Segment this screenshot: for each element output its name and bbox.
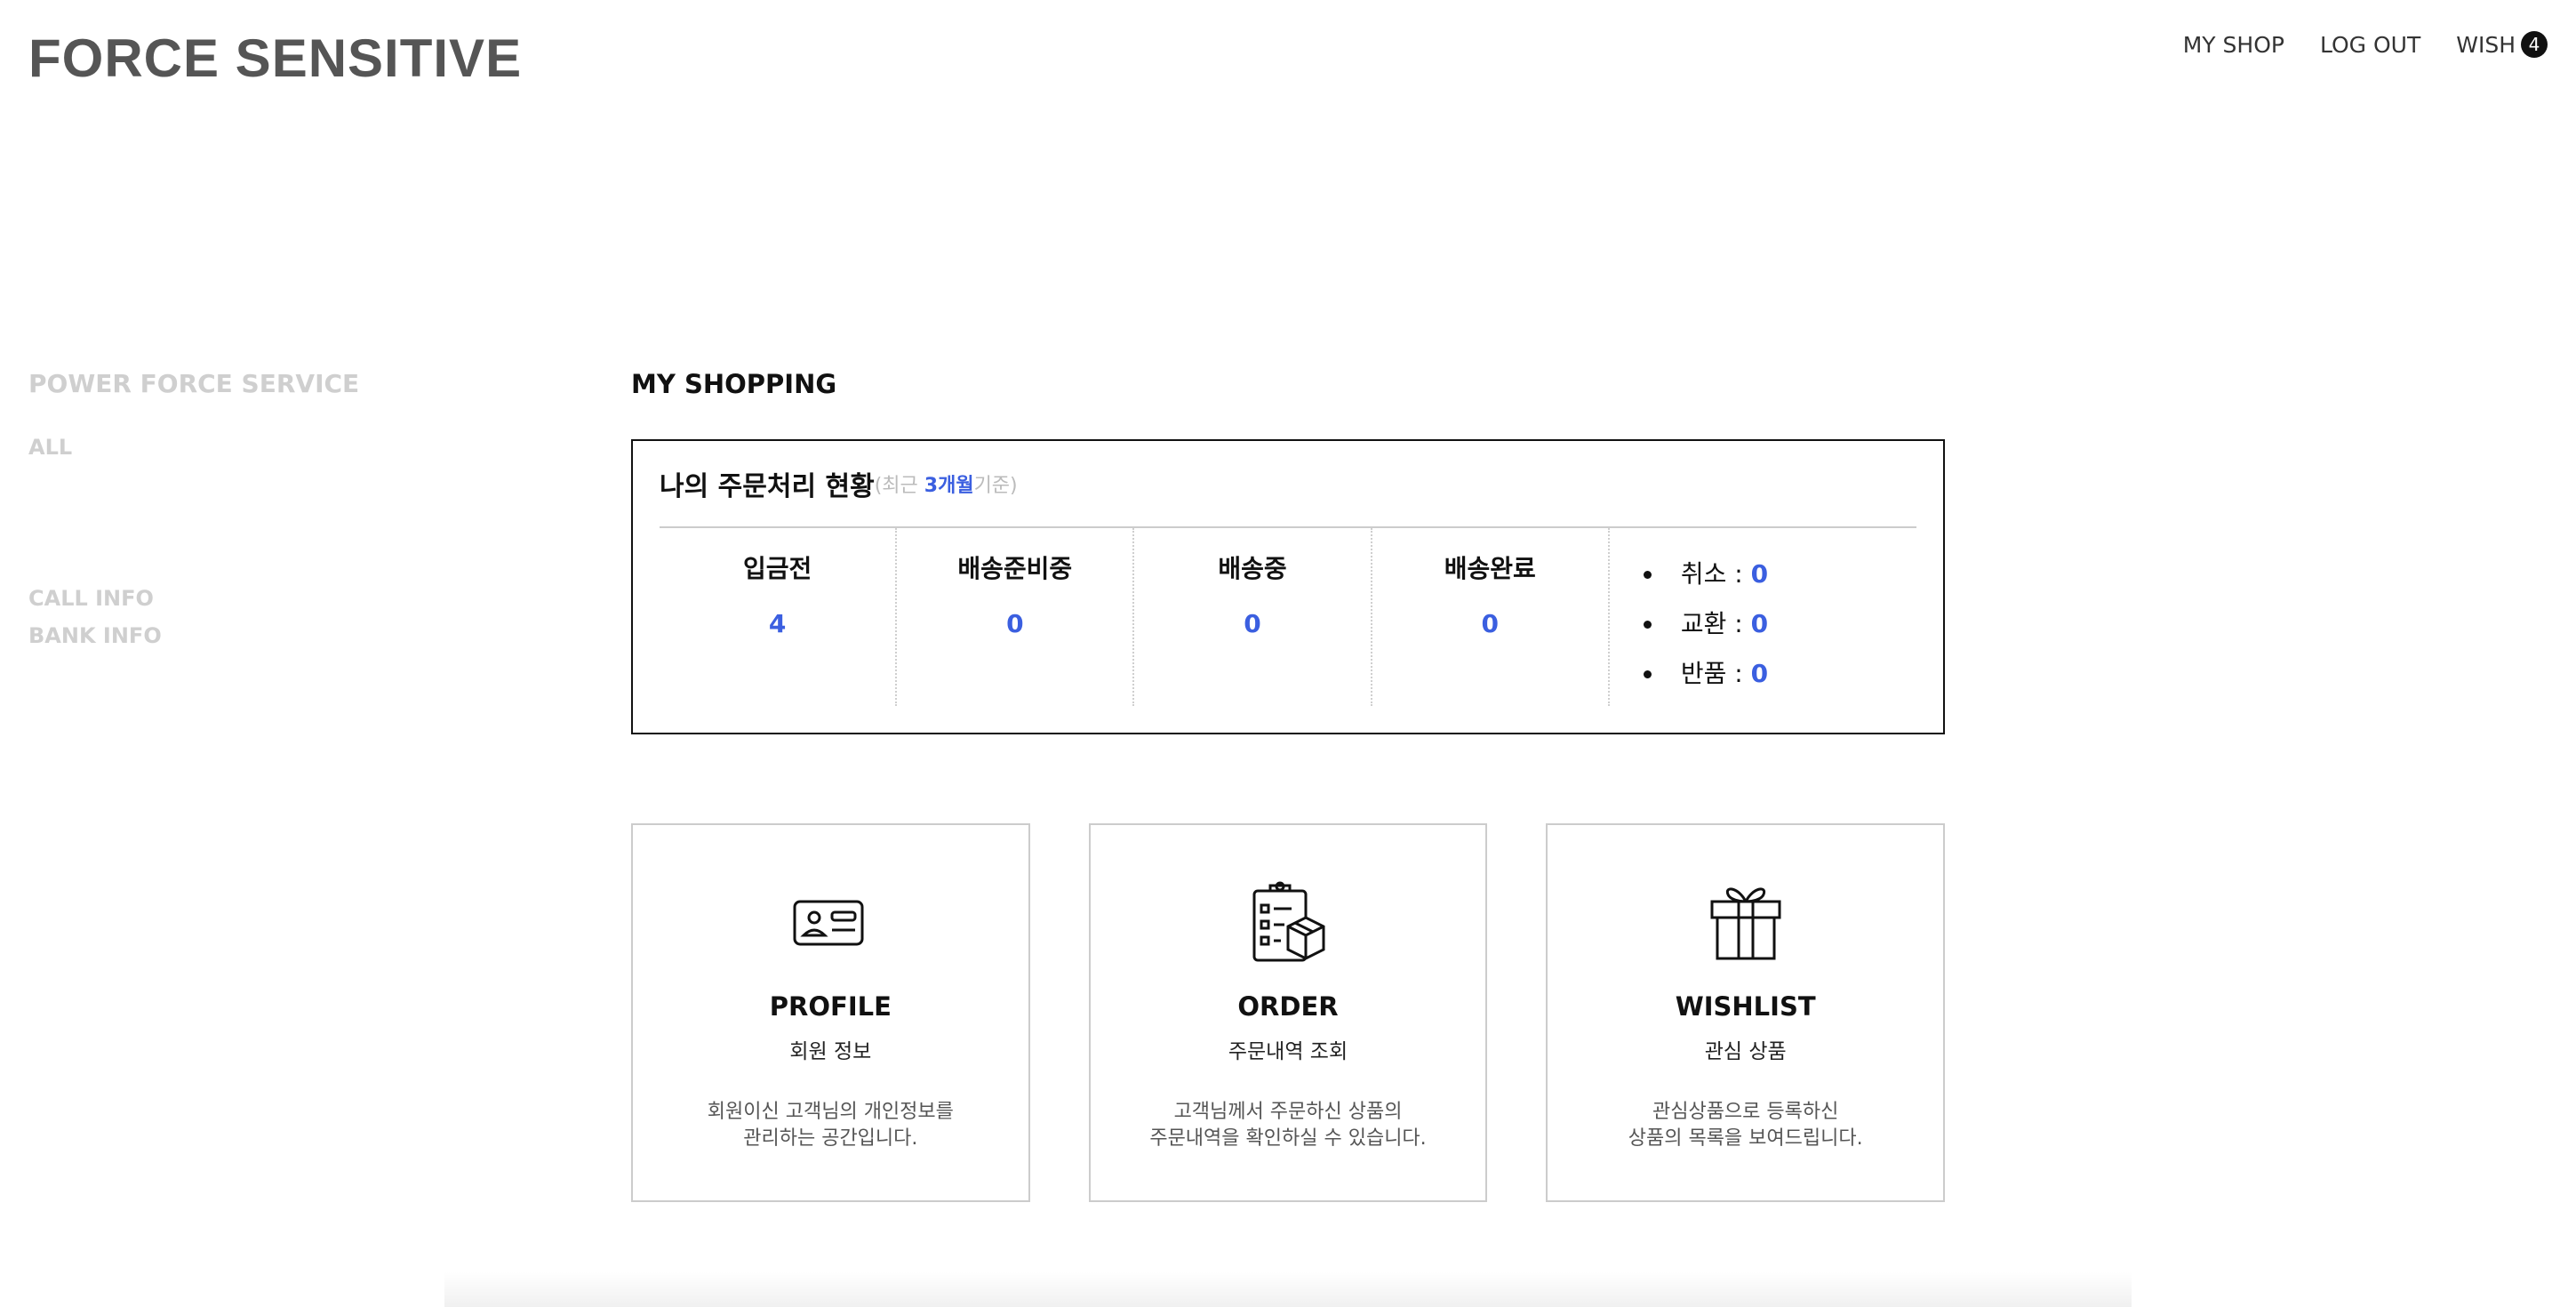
wish-link[interactable]: WISH 4	[2456, 31, 2548, 58]
status-pending-payment[interactable]: 입금전 4	[660, 528, 898, 706]
period-suffix: 기준)	[973, 475, 1018, 497]
card-desc-line: 상품의 목록을 보여드립니다.	[1628, 1127, 1863, 1150]
card-desc-line: 관리하는 공간입니다.	[743, 1127, 918, 1150]
sidebar-title: POWER FORCE SERVICE	[28, 369, 360, 398]
sidebar-item-bank-info[interactable]: BANK INFO	[28, 617, 526, 654]
shortcut-cards: PROFILE 회원 정보 회원이신 고객님의 개인정보를 관리하는 공간입니다…	[631, 823, 1946, 1202]
wish-count-badge: 4	[2521, 31, 2548, 58]
log-out-link[interactable]: LOG OUT	[2320, 32, 2420, 58]
page-title: MY SHOPPING	[631, 369, 837, 399]
period-highlight: 3개월	[924, 475, 974, 497]
extra-sep: :	[1726, 659, 1751, 688]
sidebar: POWER FORCE SERVICE ALL CALL INFO BANK I…	[28, 366, 526, 654]
status-delivered[interactable]: 배송완료 0	[1372, 528, 1610, 706]
card-subtitle: 주문내역 조회	[1228, 1040, 1348, 1063]
order-status-columns: 입금전 4 배송준비중 0 배송중 0 배송완료 0 취소 : 0 교환 : 0…	[660, 528, 1916, 706]
status-label: 배송준비중	[957, 554, 1073, 583]
card-title: ORDER	[1237, 991, 1339, 1022]
status-cancel[interactable]: 취소 : 0	[1643, 549, 1916, 599]
wishlist-card[interactable]: WISHLIST 관심 상품 관심상품으로 등록하신 상품의 목록을 보여드립니…	[1546, 823, 1946, 1202]
status-label: 배송완료	[1444, 554, 1536, 583]
card-desc-line: 고객님께서 주문하신 상품의	[1173, 1101, 1403, 1123]
status-exchange[interactable]: 교환 : 0	[1643, 599, 1916, 649]
extra-label: 반품	[1680, 659, 1727, 688]
extra-sep: :	[1726, 559, 1751, 589]
card-description: 관심상품으로 등록하신 상품의 목록을 보여드립니다.	[1628, 1099, 1863, 1152]
extra-label: 취소	[1680, 559, 1727, 589]
card-desc-line: 관심상품으로 등록하신	[1652, 1101, 1839, 1123]
order-status-box: 나의 주문처리 현황 (최근 3개월기준) 입금전 4 배송준비중 0 배송중 …	[631, 439, 1945, 734]
status-extra-list: 취소 : 0 교환 : 0 반품 : 0	[1610, 528, 1916, 706]
sidebar-item-call-info[interactable]: CALL INFO	[28, 580, 526, 617]
extra-sep: :	[1726, 609, 1751, 638]
card-desc-line: 회원이신 고객님의 개인정보를	[707, 1101, 954, 1123]
period-prefix: (최근	[874, 475, 924, 497]
id-card-icon	[793, 900, 864, 946]
card-description: 고객님께서 주문하신 상품의 주문내역을 확인하실 수 있습니다.	[1149, 1099, 1426, 1152]
profile-card[interactable]: PROFILE 회원 정보 회원이신 고객님의 개인정보를 관리하는 공간입니다…	[631, 823, 1030, 1202]
status-shipping[interactable]: 배송중 0	[1134, 528, 1372, 706]
status-label: 입금전	[742, 554, 812, 583]
extra-count: 0	[1750, 659, 1769, 688]
card-description: 회원이신 고객님의 개인정보를 관리하는 공간입니다.	[708, 1099, 954, 1152]
footer-shadow	[444, 1271, 2132, 1307]
card-desc-line: 주문내역을 확인하실 수 있습니다.	[1149, 1127, 1427, 1150]
card-subtitle: 관심 상품	[1704, 1040, 1787, 1063]
order-status-title: 나의 주문처리 현황	[660, 471, 875, 502]
status-count: 4	[768, 609, 787, 638]
extra-count: 0	[1750, 559, 1769, 589]
card-title: WISHLIST	[1675, 991, 1816, 1022]
gift-icon	[1710, 887, 1781, 960]
top-nav: MY SHOP LOG OUT WISH 4	[2148, 27, 2548, 62]
card-subtitle: 회원 정보	[789, 1040, 872, 1063]
status-count: 0	[1244, 609, 1261, 638]
card-title: PROFILE	[769, 991, 892, 1022]
sidebar-item-all[interactable]: ALL	[28, 429, 526, 466]
status-count: 0	[1006, 609, 1024, 638]
status-return[interactable]: 반품 : 0	[1643, 649, 1916, 699]
order-card[interactable]: ORDER 주문내역 조회 고객님께서 주문하신 상품의 주문내역을 확인하실 …	[1088, 823, 1488, 1202]
status-count: 0	[1481, 609, 1499, 638]
clipboard-box-icon	[1252, 881, 1325, 962]
site-logo[interactable]: FORCE SENSITIVE	[28, 27, 522, 91]
extra-count: 0	[1750, 609, 1769, 638]
status-label: 배송중	[1218, 554, 1287, 583]
order-status-period: (최근 3개월기준)	[875, 469, 1018, 498]
main-content: MY SHOPPING 나의 주문처리 현황 (최근 3개월기준) 입금전 4 …	[631, 366, 1946, 1202]
wish-label: WISH	[2456, 31, 2516, 58]
order-status-header: 나의 주문처리 현황 (최근 3개월기준)	[660, 441, 1916, 528]
extra-label: 교환	[1680, 609, 1727, 638]
my-shop-link[interactable]: MY SHOP	[2183, 32, 2284, 58]
status-preparing[interactable]: 배송준비중 0	[897, 528, 1135, 706]
